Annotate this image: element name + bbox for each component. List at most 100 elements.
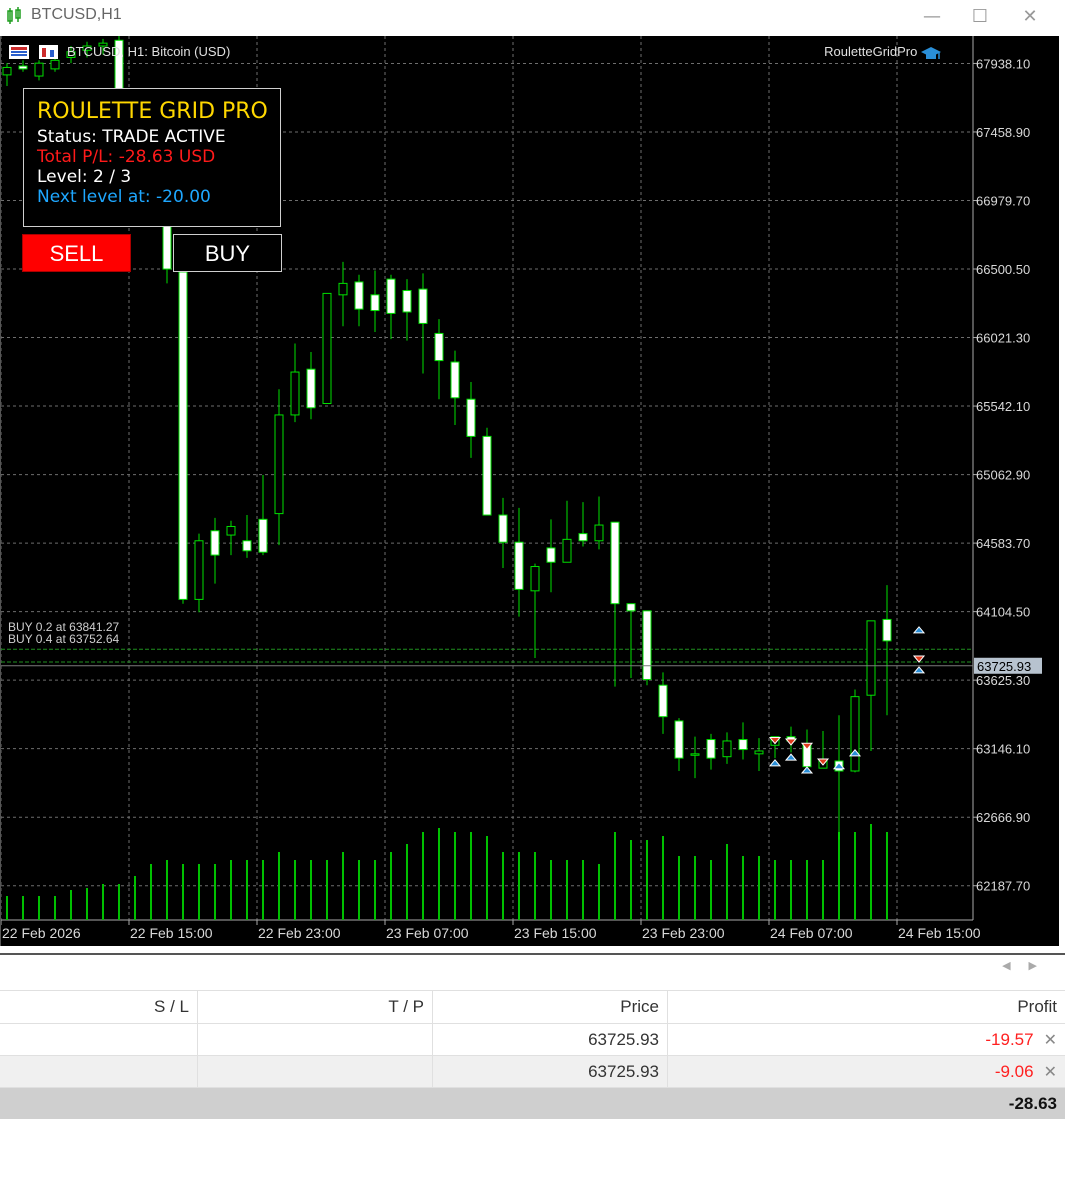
candle-body bbox=[2, 66, 12, 76]
column-header-tp[interactable]: T / P bbox=[197, 990, 433, 1024]
graduation-cap-icon bbox=[921, 46, 941, 59]
candle-body bbox=[50, 59, 60, 70]
panel-next-level: Next level at: -20.00 bbox=[37, 187, 211, 207]
price-tick-label: 67458.90 bbox=[976, 125, 1030, 140]
chart-symbol-timeframe: BTCUSD, H1: bbox=[67, 44, 148, 59]
panel-title: ROULETTE GRID PRO bbox=[37, 99, 268, 124]
candle-body bbox=[322, 292, 332, 404]
price-tick-label: 62187.70 bbox=[976, 879, 1030, 894]
time-tick-label: 23 Feb 23:00 bbox=[642, 925, 725, 941]
candle-body bbox=[706, 739, 716, 759]
scroll-right-icon[interactable]: ▶ bbox=[1029, 959, 1055, 972]
candle-body bbox=[482, 435, 492, 516]
cell-price: 63725.93 bbox=[432, 1055, 668, 1088]
position-row[interactable]: 63725.93 -19.57 ✕ bbox=[0, 1023, 1065, 1056]
candle-body bbox=[882, 618, 892, 642]
position-row[interactable]: 63725.93 -9.06 ✕ bbox=[0, 1055, 1065, 1088]
candle-body bbox=[370, 294, 380, 312]
chart-symbol-description: Bitcoin (USD) bbox=[151, 44, 231, 59]
candle-body bbox=[546, 547, 556, 563]
scroll-arrows[interactable]: ◀▶ bbox=[1002, 959, 1055, 972]
candle-body bbox=[290, 371, 300, 416]
panel-level: Level: 2 / 3 bbox=[37, 167, 132, 187]
time-tick-label: 22 Feb 2026 bbox=[2, 925, 81, 941]
candle-body bbox=[194, 540, 204, 600]
time-tick-label: 22 Feb 15:00 bbox=[130, 925, 213, 941]
price-tick-label: 66500.50 bbox=[976, 262, 1030, 277]
buy-button[interactable]: BUY bbox=[173, 234, 282, 272]
time-tick-label: 22 Feb 23:00 bbox=[258, 925, 341, 941]
price-tick-label: 64104.50 bbox=[976, 605, 1030, 620]
position-line-label: BUY 0.4 at 63752.64 bbox=[8, 632, 120, 646]
column-header-price[interactable]: Price bbox=[432, 990, 668, 1024]
candle-body bbox=[610, 521, 620, 605]
roulette-info-panel: ROULETTE GRID PRO Status: TRADE ACTIVE T… bbox=[23, 88, 281, 227]
candle-body bbox=[530, 566, 540, 592]
profit-value: -9.06 bbox=[994, 1061, 1034, 1081]
candle-body bbox=[498, 514, 508, 543]
maximize-button[interactable]: ☐ bbox=[960, 4, 1000, 30]
candle-body bbox=[690, 753, 700, 756]
sell-arrow-icon bbox=[784, 738, 798, 746]
time-tick-label: 23 Feb 07:00 bbox=[386, 925, 469, 941]
current-price-label: 63725.93 bbox=[977, 659, 1031, 674]
price-tick-label: 65542.10 bbox=[976, 399, 1030, 414]
candle-body bbox=[34, 62, 44, 77]
candle-body bbox=[578, 533, 588, 542]
column-header-sl[interactable]: S / L bbox=[0, 990, 198, 1024]
time-tick-label: 23 Feb 15:00 bbox=[514, 925, 597, 941]
scroll-left-icon[interactable]: ◀ bbox=[1002, 959, 1028, 972]
panel-status: Status: TRADE ACTIVE bbox=[37, 127, 226, 147]
total-profit: -28.63 bbox=[0, 1087, 1065, 1119]
price-chart[interactable]: 67938.10 67458.90 66979.70 66500.50 66021.30… bbox=[0, 36, 1059, 946]
trade-panel: ◀▶ S / L T / P Price Profit 63725.93 -19… bbox=[0, 953, 1065, 1177]
cell-tp bbox=[197, 1055, 433, 1088]
cell-price: 63725.93 bbox=[432, 1023, 668, 1056]
candle-body bbox=[450, 361, 460, 399]
candle-body bbox=[722, 740, 732, 758]
candle-body bbox=[626, 603, 636, 612]
depth-of-market-icon[interactable] bbox=[39, 44, 59, 60]
candle-body bbox=[242, 540, 252, 552]
candle-body bbox=[754, 750, 764, 755]
candle-body bbox=[850, 696, 860, 772]
candle-body bbox=[674, 720, 684, 759]
candle-body bbox=[642, 610, 652, 680]
candle-body bbox=[386, 278, 396, 314]
candle-body bbox=[594, 524, 604, 542]
minimize-button[interactable]: — bbox=[912, 4, 952, 30]
candle-body bbox=[178, 271, 188, 600]
candle-body bbox=[466, 398, 476, 437]
price-tick-label: 63625.30 bbox=[976, 673, 1030, 688]
cell-tp bbox=[197, 1023, 433, 1056]
candle-body bbox=[738, 739, 748, 751]
one-click-trading-icon[interactable] bbox=[9, 44, 31, 60]
window-title: BTCUSD,H1 bbox=[31, 6, 122, 23]
expert-advisor-label[interactable]: RouletteGridPro bbox=[824, 44, 941, 61]
price-tick-label: 65062.90 bbox=[976, 468, 1030, 483]
candle-body bbox=[226, 525, 236, 536]
price-tick-label: 63146.10 bbox=[976, 742, 1030, 757]
title-bar: BTCUSD,H1 — ☐ ✕ bbox=[0, 0, 1065, 34]
candle-body bbox=[658, 684, 668, 718]
candle-body bbox=[210, 530, 220, 556]
column-header-profit[interactable]: Profit bbox=[667, 990, 1065, 1024]
candle-body bbox=[258, 518, 268, 553]
candle-body bbox=[562, 538, 572, 563]
sell-button[interactable]: SELL bbox=[22, 234, 131, 272]
time-tick-label: 24 Feb 07:00 bbox=[770, 925, 853, 941]
candle-body bbox=[434, 332, 444, 362]
close-position-icon[interactable]: ✕ bbox=[1044, 1062, 1057, 1081]
close-button[interactable]: ✕ bbox=[1010, 4, 1050, 30]
total-row: -28.63 bbox=[0, 1087, 1065, 1119]
price-tick-label: 64583.70 bbox=[976, 536, 1030, 551]
price-tick-label: 66979.70 bbox=[976, 193, 1030, 208]
close-position-icon[interactable]: ✕ bbox=[1044, 1030, 1057, 1049]
price-tick-label: 62666.90 bbox=[976, 810, 1030, 825]
cell-sl bbox=[0, 1055, 198, 1088]
candle-body bbox=[402, 290, 412, 313]
profit-value: -19.57 bbox=[985, 1029, 1034, 1049]
chart-app-icon bbox=[7, 7, 21, 24]
buy-arrow-icon bbox=[912, 626, 926, 634]
time-tick-label: 24 Feb 15:00 bbox=[898, 925, 981, 941]
